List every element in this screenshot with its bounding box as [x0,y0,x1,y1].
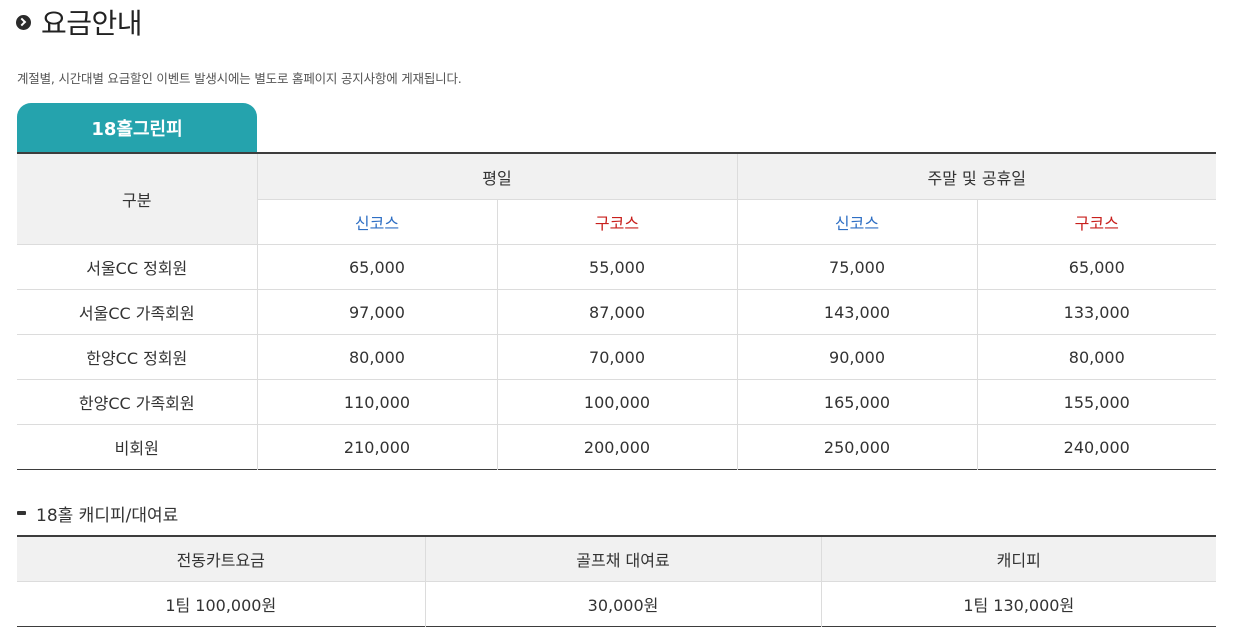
tab-18hole-green-fee[interactable]: 18홀그린피 [17,103,257,152]
price-cell: 133,000 [977,289,1217,335]
price-cell: 100,000 [497,379,738,425]
price-cell: 155,000 [977,379,1217,425]
row-label: 서울CC 정회원 [17,244,258,290]
price-cell: 55,000 [497,244,738,290]
price-cell: 87,000 [497,289,738,335]
club-rental-value: 30,000원 [425,581,822,627]
row-label: 한양CC 가족회원 [17,379,258,425]
caddie-fee-header: 캐디피 [821,536,1216,582]
green-fee-table: 구분 평일 주말 및 공휴일 신코스 구코스 신코스 구코스 서울CC 정회원 … [17,152,1217,470]
weekend-new-course-header: 신코스 [737,199,978,245]
table-row: 한양CC 정회원 80,000 70,000 90,000 80,000 [17,334,1217,380]
price-cell: 65,000 [257,244,498,290]
price-cell: 210,000 [257,424,498,470]
price-cell: 90,000 [737,334,978,380]
table-row: 비회원 210,000 200,000 250,000 240,000 [17,424,1217,470]
club-rental-header: 골프채 대여료 [425,536,822,582]
page-title: 요금안내 [41,7,143,40]
price-cell: 250,000 [737,424,978,470]
pricing-notice: 계절별, 시간대별 요금할인 이벤트 발생시에는 별도로 홈페이지 공지사항에 … [17,71,462,86]
table-row: 서울CC 정회원 65,000 55,000 75,000 65,000 [17,244,1217,290]
cart-fee-header: 전동카트요금 [17,536,426,582]
row-label: 비회원 [17,424,258,470]
price-cell: 240,000 [977,424,1217,470]
caddie-fee-value: 1팀 130,000원 [821,581,1216,627]
price-cell: 70,000 [497,334,738,380]
table-row: 1팀 100,000원 30,000원 1팀 130,000원 [17,581,1216,627]
weekend-holiday-header: 주말 및 공휴일 [737,153,1217,200]
dash-bullet-icon [17,511,26,515]
chevron-circle-icon [16,14,31,30]
price-cell: 80,000 [977,334,1217,380]
table-row: 서울CC 가족회원 97,000 87,000 143,000 133,000 [17,289,1217,335]
weekday-new-course-header: 신코스 [257,199,498,245]
price-cell: 200,000 [497,424,738,470]
pricing-page: 요금안내 계절별, 시간대별 요금할인 이벤트 발생시에는 별도로 홈페이지 공… [0,0,1235,638]
row-label: 한양CC 정회원 [17,334,258,380]
price-cell: 110,000 [257,379,498,425]
price-cell: 65,000 [977,244,1217,290]
price-cell: 143,000 [737,289,978,335]
weekend-old-course-header: 구코스 [977,199,1217,245]
cart-fee-value: 1팀 100,000원 [17,581,426,627]
price-cell: 165,000 [737,379,978,425]
caddie-section-title-text: 18홀 캐디피/대여료 [36,505,179,526]
category-header: 구분 [17,153,258,245]
caddie-rental-table: 전동카트요금 골프채 대여료 캐디피 1팀 100,000원 30,000원 1… [17,535,1216,627]
price-cell: 80,000 [257,334,498,380]
caddie-section-title: 18홀 캐디피/대여료 [17,500,178,526]
weekday-old-course-header: 구코스 [497,199,738,245]
table-row: 한양CC 가족회원 110,000 100,000 165,000 155,00… [17,379,1217,425]
page-header: 요금안내 [16,2,143,42]
weekday-header: 평일 [257,153,738,200]
price-cell: 75,000 [737,244,978,290]
price-cell: 97,000 [257,289,498,335]
row-label: 서울CC 가족회원 [17,289,258,335]
